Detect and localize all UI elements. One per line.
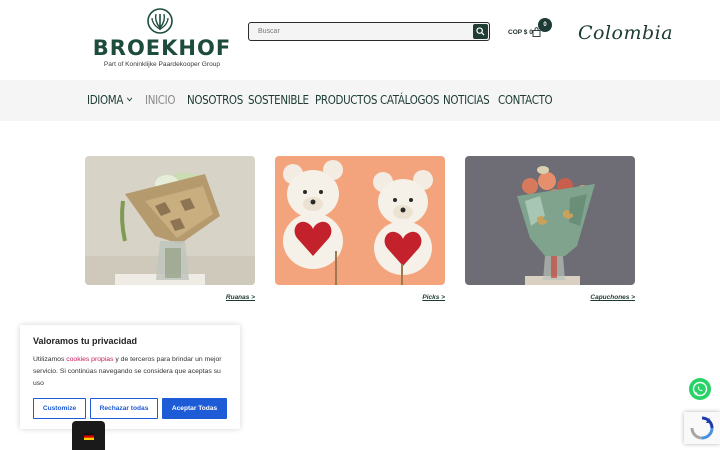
whatsapp-icon bbox=[692, 381, 708, 397]
page: BROEKHOF Part of Koninklijke Paardekoope… bbox=[0, 0, 720, 450]
logo-wordmark: BROEKHOF bbox=[92, 36, 232, 60]
broekhof-logo[interactable]: BROEKHOF Part of Koninklijke Paardekoope… bbox=[86, 8, 238, 72]
nav-item-sostenible[interactable]: SOSTENIBLE bbox=[248, 93, 309, 107]
cookie-consent-banner: Valoramos tu privacidad Utilizamos cooki… bbox=[20, 325, 240, 429]
site-header: BROEKHOF Part of Koninklijke Paardekoope… bbox=[0, 0, 720, 80]
product-card-ruanas[interactable]: Ruanas > bbox=[85, 156, 255, 301]
bouquet-green-sleeve-image bbox=[465, 156, 635, 285]
product-image[interactable] bbox=[465, 156, 635, 285]
product-card-picks[interactable]: Picks > bbox=[275, 156, 445, 301]
category-link-picks[interactable]: Picks > bbox=[422, 294, 445, 301]
bouquet-kraft-image bbox=[85, 156, 255, 285]
category-link-capuchones[interactable]: Capuchones > bbox=[590, 294, 635, 301]
nav-item-inicio[interactable]: INICIO bbox=[145, 93, 175, 107]
nav-item-idioma[interactable]: IDIOMA bbox=[87, 93, 133, 107]
whatsapp-chat-button[interactable] bbox=[689, 378, 711, 400]
search-button[interactable] bbox=[473, 24, 488, 39]
cart-widget[interactable]: COP $ 0 0 bbox=[508, 18, 554, 40]
search-bar bbox=[248, 22, 490, 41]
accept-all-button[interactable]: Aceptar Todas bbox=[162, 398, 227, 419]
nav-item-contacto[interactable]: CONTACTO bbox=[498, 93, 553, 107]
logo-tagline: Part of Koninklijke Paardekooper Group bbox=[103, 61, 221, 68]
teddy-bears-image bbox=[275, 156, 445, 285]
recaptcha-badge[interactable] bbox=[684, 412, 720, 444]
nav-item-noticias[interactable]: NOTICIAS bbox=[443, 93, 490, 107]
search-input[interactable] bbox=[249, 23, 471, 40]
category-link-ruanas[interactable]: Ruanas > bbox=[226, 294, 255, 301]
cookie-message: Utilizamos cookies propias y de terceros… bbox=[33, 354, 223, 390]
nav-item-nosotros[interactable]: NOSOTROS bbox=[187, 93, 243, 107]
country-label: Colombia bbox=[578, 22, 674, 44]
main-navigation: IDIOMA INICIO NOSOTROS SOSTENIBLE PRODUC… bbox=[0, 80, 720, 121]
product-image[interactable] bbox=[275, 156, 445, 285]
product-image[interactable] bbox=[85, 156, 255, 285]
cart-count-badge: 0 bbox=[538, 18, 552, 32]
reject-all-button[interactable]: Rechazar todas bbox=[90, 398, 158, 419]
recaptcha-icon bbox=[690, 416, 714, 440]
nav-item-productos[interactable]: PRODUCTOS bbox=[315, 93, 377, 107]
product-card-capuchones[interactable]: Capuchones > bbox=[465, 156, 635, 301]
germany-flag-icon bbox=[84, 433, 94, 440]
leaf-logo-icon bbox=[147, 8, 173, 34]
nav-item-catalogos[interactable]: CATÁLOGOS bbox=[380, 93, 439, 107]
cookie-title: Valoramos tu privacidad bbox=[33, 336, 138, 346]
search-icon bbox=[476, 27, 485, 36]
cookie-text-start: Utilizamos bbox=[33, 356, 67, 363]
customize-button[interactable]: Customize bbox=[33, 398, 86, 419]
cookie-policy-link[interactable]: cookies propias bbox=[66, 356, 113, 363]
cart-total: COP $ 0 bbox=[508, 29, 533, 36]
language-switcher[interactable] bbox=[72, 421, 105, 450]
nav-item-label: IDIOMA bbox=[87, 93, 124, 107]
chevron-down-icon bbox=[126, 97, 133, 102]
